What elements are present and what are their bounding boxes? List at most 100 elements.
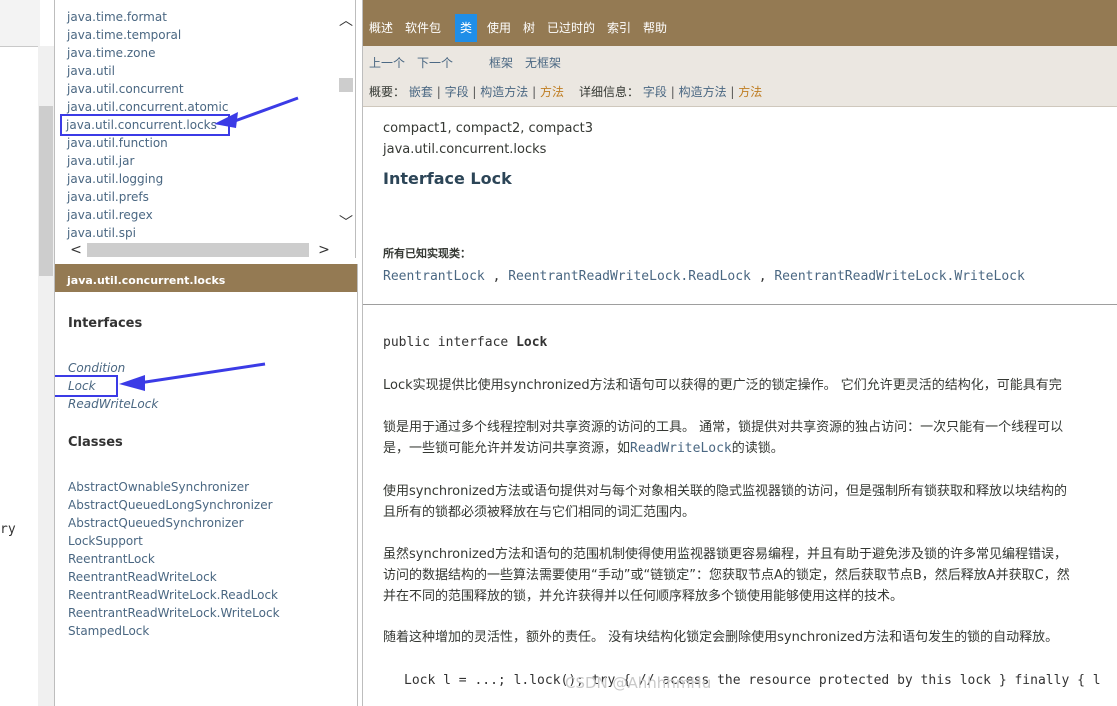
package-link[interactable]: java.util.concurrent (67, 80, 228, 98)
nav-tab[interactable]: 类 (455, 14, 478, 42)
description-paragraph-2: 锁是用于通过多个线程控制对共享资源的访问的工具。 通常，锁提供对共享资源的独占访… (383, 417, 1063, 459)
class-link[interactable]: StampedLock (68, 622, 280, 640)
package-list: java.time.format java.time.temporal java.t… (59, 8, 231, 242)
declaration-prefix: public interface (383, 335, 517, 350)
impl-comma: , (758, 269, 767, 284)
paragraph-line: 是，一些锁可能允许并发访问共享资源，如ReadWriteLock的读锁。 (383, 438, 1063, 459)
nav-tab[interactable]: 使用 (487, 14, 511, 42)
package-link[interactable]: java.util.regex (67, 206, 228, 224)
package-link[interactable]: java.time.format (67, 8, 228, 26)
package-list-horizontal-scrollbar[interactable]: < > (65, 242, 335, 258)
package-name: java.util.concurrent.locks (383, 142, 547, 157)
no-frames-link[interactable]: 无框架 (525, 54, 561, 71)
package-link[interactable]: java.util.spi (67, 224, 228, 242)
top-navigation-bar: 概述 软件包类使用树已过时的 索引 帮助 (363, 0, 1117, 46)
nav-tab[interactable]: 概述 (369, 14, 393, 42)
nav-tab[interactable]: 树 (523, 14, 535, 42)
interfaces-heading: Interfaces (68, 316, 143, 331)
detail-label: 详细信息： (579, 85, 640, 99)
left-frame-scroll-thumb[interactable] (39, 106, 53, 276)
separator: | (730, 85, 735, 99)
classes-heading: Classes (68, 435, 123, 450)
package-link[interactable]: java.util.logging (67, 170, 228, 188)
separator: | (670, 85, 675, 99)
classes-frame: java.util.concurrent.locks Interfaces Co… (55, 264, 358, 706)
summary-constructor-link[interactable]: 构造方法 (480, 85, 528, 99)
package-link[interactable]: java.util (67, 62, 228, 80)
impl-link-reentrantlock[interactable]: ReentrantLock (383, 269, 485, 284)
summary-field-link[interactable]: 字段 (445, 85, 469, 99)
known-impl-label: 所有已知实现类： (383, 247, 471, 260)
package-link[interactable]: java.util.concurrent.atomic (67, 98, 228, 116)
packages-frame: java.time.format java.time.temporal java.t… (55, 0, 356, 258)
class-link[interactable]: ReentrantLock (68, 550, 280, 568)
description-paragraph-3: 使用synchronized方法或语句提供对与每个对象相关联的隐式监视器锁的访问… (383, 481, 1067, 523)
scroll-left-icon[interactable]: < (67, 242, 85, 258)
package-link[interactable]: java.util.jar (67, 152, 228, 170)
nav-tab[interactable]: 帮助 (643, 14, 667, 42)
detail-constructor-link[interactable]: 构造方法 (679, 85, 727, 99)
annotation-arrow-icon (214, 96, 299, 128)
left-frame-scrollbar[interactable] (38, 46, 54, 706)
next-link[interactable]: 下一个 (417, 54, 453, 71)
separator: | (472, 85, 477, 99)
package-link[interactable]: java.time.temporal (67, 26, 228, 44)
summary-nested-link[interactable]: 嵌套 (409, 85, 433, 99)
impl-comma: , (492, 269, 501, 284)
description-paragraph-5: 随着这种增加的灵活性，额外的责任。 没有块结构化锁定会删除使用synchroni… (383, 630, 1059, 645)
classes-frame-header: java.util.concurrent.locks (55, 264, 357, 292)
summary-bar: 概要： 嵌套 | 字段 | 构造方法 | 方法 (369, 83, 564, 100)
class-link[interactable]: AbstractQueuedLongSynchronizer (68, 496, 280, 514)
interface-link[interactable]: Lock (55, 375, 118, 397)
package-link[interactable]: java.time.zone (67, 44, 228, 62)
interface-link[interactable]: ReadWriteLock (68, 395, 158, 413)
frames-link[interactable]: 框架 (489, 54, 513, 71)
watermark: CSDN @AhhhhmHu (565, 674, 712, 692)
divider (363, 304, 1117, 305)
left-frame: ry (0, 0, 55, 706)
scroll-down-icon[interactable]: ﹀ (338, 212, 354, 231)
summary-method-link[interactable]: 方法 (540, 85, 564, 99)
page-title: Interface Lock (383, 169, 512, 188)
sub-navigation-bar: 上一个 下一个 框架 无框架 概要： 嵌套 | 字段 | 构造方法 | 方法 详… (363, 46, 1117, 107)
package-link[interactable]: java.util.function (67, 134, 228, 152)
class-link[interactable]: LockSupport (68, 532, 280, 550)
package-list-vertical-scrollbar[interactable]: ︿ ﹀ (338, 10, 354, 232)
detail-field-link[interactable]: 字段 (643, 85, 667, 99)
scroll-right-icon[interactable]: > (315, 242, 333, 258)
impl-link-writelock[interactable]: ReentrantReadWriteLock.WriteLock (774, 269, 1024, 284)
nav-tab[interactable]: 已过时的 (547, 14, 595, 42)
package-link[interactable]: java.util.concurrent.locks (59, 114, 231, 136)
annotation-arrow-icon (119, 362, 266, 391)
left-frame-cut-text: ry (0, 522, 16, 537)
nav-tab[interactable]: 索引 (607, 14, 631, 42)
class-link[interactable]: AbstractOwnableSynchronizer (68, 478, 280, 496)
package-hscroll-thumb[interactable] (87, 243, 309, 257)
description-paragraph-1: Lock实现提供比使用synchronized方法和语句可以获得的更广泛的锁定操… (383, 378, 1062, 393)
declaration-name: Lock (516, 335, 548, 350)
compact-profiles: compact1, compact2, compact3 (383, 121, 594, 136)
separator: | (436, 85, 441, 99)
paragraph-line: 并在不同的范围释放的锁，并允许获得并以任何顺序释放多个锁使用能够使用这样的技术。 (383, 589, 904, 604)
scroll-up-icon[interactable]: ︿ (338, 10, 354, 29)
interface-declaration: public interface Lock (383, 335, 547, 350)
class-link[interactable]: ReentrantReadWriteLock.WriteLock (68, 604, 280, 622)
package-link[interactable]: java.util.prefs (67, 188, 228, 206)
main-frame: 概述 软件包类使用树已过时的 索引 帮助 上一个 下一个 框架 无框架 概要： 嵌套 … (362, 0, 1117, 706)
nav-tab[interactable]: 软件包 (405, 14, 441, 42)
paragraph-line: 虽然synchronized方法和语句的范围机制使得使用监视器锁更容易编程，并且… (383, 547, 1068, 562)
package-scroll-thumb[interactable] (339, 78, 353, 92)
class-link[interactable]: ReentrantReadWriteLock.ReadLock (68, 586, 280, 604)
paragraph-line: 锁是用于通过多个线程控制对共享资源的访问的工具。 通常，锁提供对共享资源的独占访… (383, 420, 1064, 435)
readwritelock-link[interactable]: ReadWriteLock (630, 441, 732, 456)
prev-link[interactable]: 上一个 (369, 54, 405, 71)
class-link[interactable]: ReentrantReadWriteLock (68, 568, 280, 586)
paragraph-line: 且所有的锁都必须被释放在与它们相同的词汇范围内。 (383, 505, 696, 520)
class-link[interactable]: AbstractQueuedSynchronizer (68, 514, 280, 532)
paragraph-line: 访问的数据结构的一些算法需要使用“手动”或“链锁定”：您获取节点A的锁定，然后获… (383, 568, 1070, 583)
detail-method-link[interactable]: 方法 (738, 85, 762, 99)
summary-label: 概要： (369, 85, 406, 99)
impl-link-readlock[interactable]: ReentrantReadWriteLock.ReadLock (508, 269, 751, 284)
left-frame-toolbar (0, 0, 40, 47)
classes-list: AbstractOwnableSynchronizer AbstractQueue… (68, 478, 280, 640)
